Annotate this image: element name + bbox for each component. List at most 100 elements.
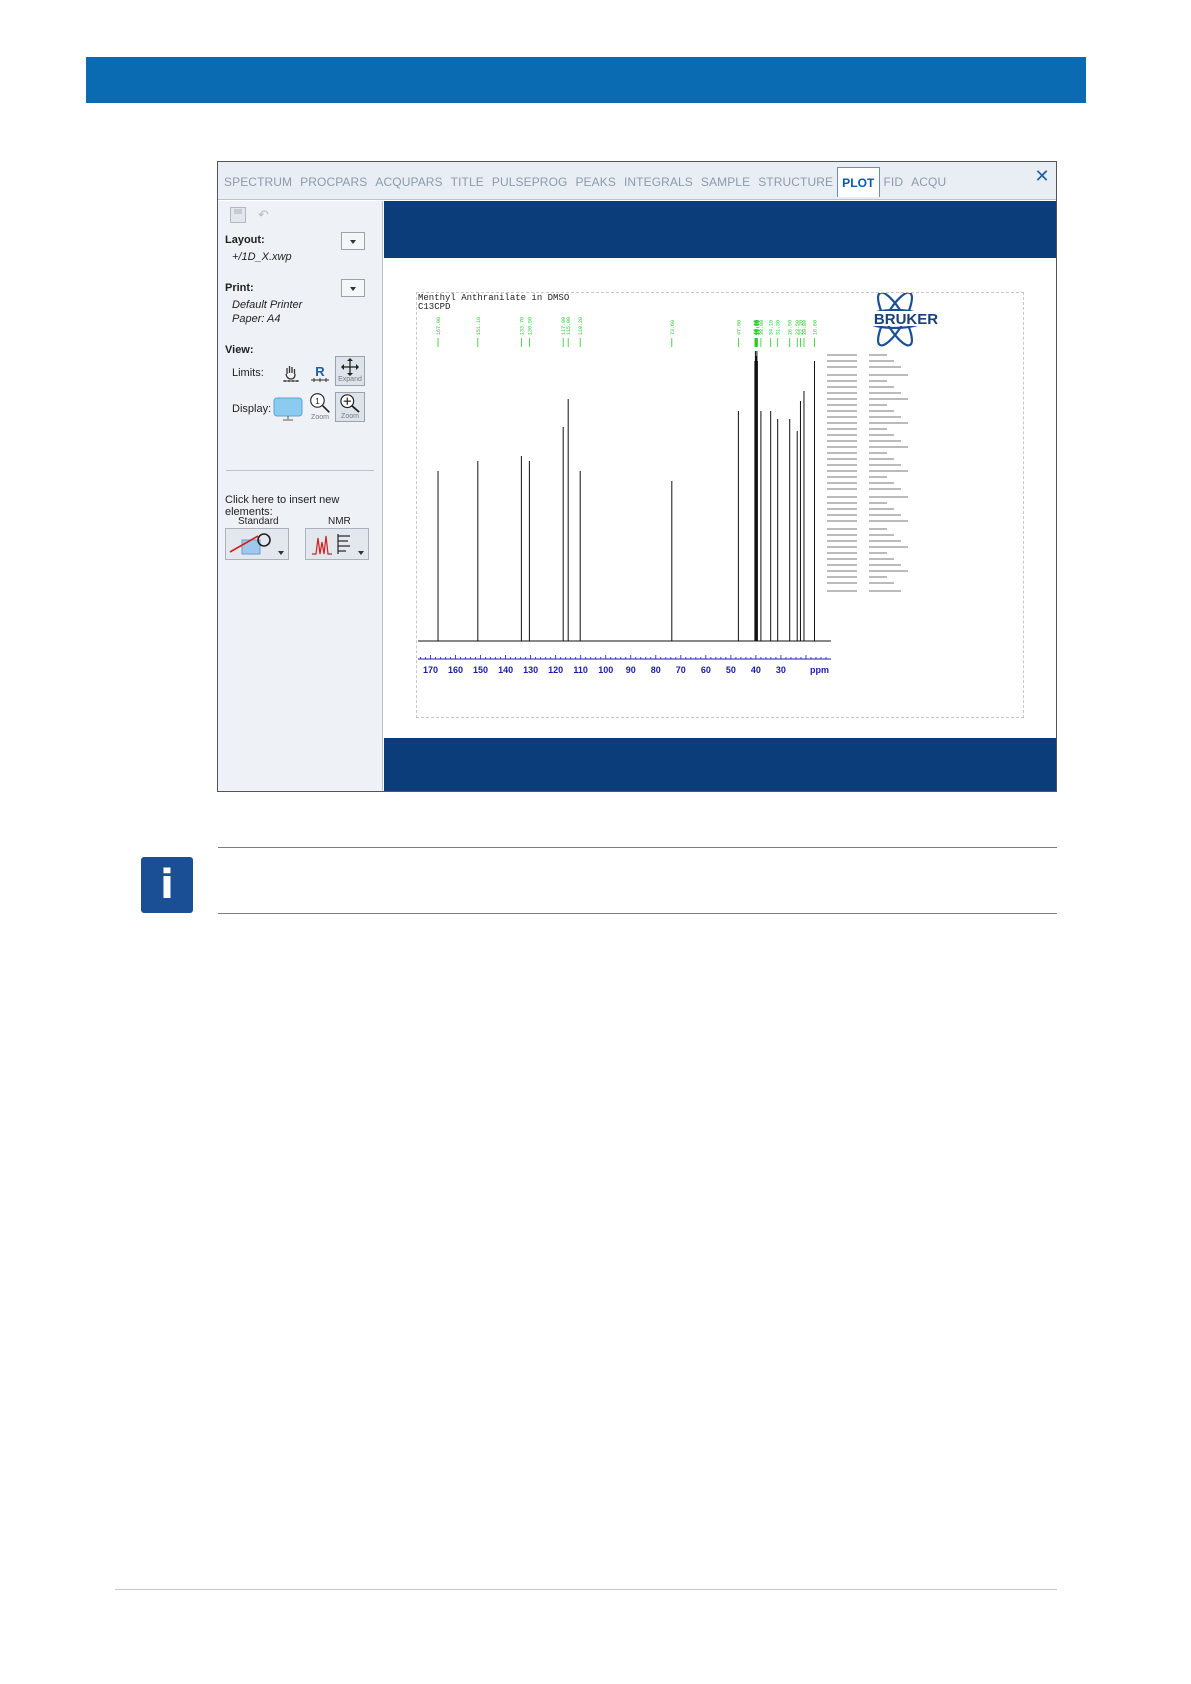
x-tick-label: 90 <box>626 665 636 675</box>
side-panel: ↶ Layout: +/1D_X.xwp Print: Default Prin… <box>218 201 383 791</box>
expand-arrows-icon <box>341 358 359 376</box>
info-icon: i <box>141 857 193 913</box>
peak-label: 151.10 <box>476 317 482 335</box>
peak-label: 16.60 <box>812 320 818 335</box>
close-icon[interactable]: ✕ <box>1032 166 1052 186</box>
paper-value: Paper: A4 <box>232 313 281 325</box>
layout-dropdown-button[interactable] <box>341 232 365 250</box>
x-tick-label: 150 <box>473 665 488 675</box>
chevron-down-icon <box>358 551 364 555</box>
expand-button[interactable]: Expand <box>335 356 365 386</box>
plot-page[interactable]: 167.00 151.10 133.70 130.50 117.00 115.00 110.… <box>416 292 1024 718</box>
layout-label: Layout: <box>225 234 265 246</box>
chevron-down-icon <box>278 551 284 555</box>
printer-value: Default Printer <box>232 299 303 311</box>
x-tick-label: 160 <box>448 665 463 675</box>
x-tick-label: 40 <box>751 665 761 675</box>
zoom-one-button[interactable]: 1 Zoom <box>305 392 335 422</box>
zoom-in-icon <box>340 394 360 413</box>
panel-toolbar: ↶ <box>230 207 269 223</box>
header-band <box>86 57 1086 103</box>
monitor-icon <box>273 397 303 421</box>
display-label: Display: <box>232 403 272 415</box>
tab-procpars[interactable]: PROCPARS <box>296 167 371 197</box>
tab-acqupars[interactable]: ACQUPARS <box>371 167 446 197</box>
x-tick-label: 140 <box>498 665 513 675</box>
tab-structure[interactable]: STRUCTURE <box>754 167 837 197</box>
tab-sample[interactable]: SAMPLE <box>697 167 754 197</box>
peak-label: 130.50 <box>527 317 533 335</box>
peak-label: 34.10 <box>769 320 775 335</box>
nmr-label: NMR <box>328 516 351 527</box>
limits-label: Limits: <box>232 367 264 379</box>
tab-spectrum[interactable]: SPECTRUM <box>220 167 296 197</box>
undo-icon[interactable]: ↶ <box>258 207 269 223</box>
svg-text:1: 1 <box>315 396 320 406</box>
peak-label: 115.00 <box>566 317 572 335</box>
view-label: View: <box>225 344 254 356</box>
canvas-bottom-band <box>384 738 1056 791</box>
standard-insert-button[interactable] <box>225 528 289 560</box>
plot-subtitle: C13CPD <box>418 302 451 312</box>
peak-label: 38.00 <box>759 320 765 335</box>
peak-label: 26.50 <box>788 320 794 335</box>
nmr-spectrum-icon <box>312 534 350 555</box>
plot-canvas: 167.00 151.10 133.70 130.50 117.00 115.00 110.… <box>384 201 1056 791</box>
tab-title[interactable]: TITLE <box>447 167 488 197</box>
nmr-insert-button[interactable] <box>305 528 369 560</box>
insert-elements-label: Click here to insert new elements: <box>225 494 340 518</box>
bruker-logo-text: BRUKER <box>874 311 938 328</box>
r-icon: R <box>315 363 325 379</box>
print-dropdown-button[interactable] <box>341 279 365 297</box>
note-bottom-rule <box>218 913 1057 914</box>
zoom-reset-icon: 1 <box>310 393 330 413</box>
peak-label: 167.00 <box>436 317 442 335</box>
tab-peaks[interactable]: PEAKS <box>571 167 620 197</box>
x-tick-label: 50 <box>726 665 736 675</box>
plot-editor-window: SPECTRUM PROCPARS ACQUPARS TITLE PULSEPROG PE… <box>217 161 1057 792</box>
save-icon[interactable] <box>230 207 246 223</box>
peak-label: 47.00 <box>736 320 742 335</box>
tab-fid[interactable]: FID <box>880 167 908 197</box>
x-tick-label: 100 <box>598 665 613 675</box>
bruker-logo: BRUKER <box>863 293 949 347</box>
x-tick-label: 60 <box>701 665 711 675</box>
panel-divider <box>226 470 374 471</box>
layout-value: +/1D_X.xwp <box>232 251 292 263</box>
canvas-top-band <box>384 201 1056 258</box>
expand-label: Expand <box>338 376 362 383</box>
note-top-rule <box>218 847 1057 848</box>
peak-label: 31.30 <box>776 320 782 335</box>
peak-label: 110.20 <box>578 317 584 335</box>
footer-rule <box>115 1589 1057 1590</box>
peak-label: 73.60 <box>670 320 676 335</box>
x-axis-unit: ppm <box>810 665 829 675</box>
x-tick-label: 170 <box>423 665 438 675</box>
standard-shapes-icon <box>229 533 271 555</box>
tab-integrals[interactable]: INTEGRALS <box>620 167 697 197</box>
display-monitor-button[interactable] <box>273 394 303 424</box>
peak-label: 133.70 <box>519 317 525 335</box>
x-tick-label: 120 <box>548 665 563 675</box>
zoom-label: Zoom <box>311 414 329 421</box>
peak-label: 20.80 <box>802 320 808 335</box>
ruler-icon <box>311 377 329 382</box>
x-tick-label: 70 <box>676 665 686 675</box>
tab-bar: SPECTRUM PROCPARS ACQUPARS TITLE PULSEPROG PE… <box>218 162 1056 200</box>
tab-acqu[interactable]: ACQU <box>907 167 950 197</box>
x-tick-label: 110 <box>573 665 588 675</box>
limits-r-button[interactable]: R <box>305 358 335 388</box>
hand-icon <box>283 366 299 382</box>
standard-label: Standard <box>238 516 279 527</box>
tab-pulseprog[interactable]: PULSEPROG <box>488 167 572 197</box>
x-tick-label: 130 <box>523 665 538 675</box>
zoom-in-button[interactable]: Zoom <box>335 392 365 422</box>
spectrum-plot: 167.00 151.10 133.70 130.50 117.00 115.00 110.… <box>418 293 949 675</box>
print-label: Print: <box>225 282 254 294</box>
tab-list: SPECTRUM PROCPARS ACQUPARS TITLE PULSEPROG PE… <box>220 167 950 197</box>
zoom-in-label: Zoom <box>341 413 359 420</box>
tab-plot[interactable]: PLOT <box>837 167 880 197</box>
x-tick-label: 30 <box>776 665 786 675</box>
limits-hand-button[interactable] <box>276 358 306 388</box>
x-tick-label: 80 <box>651 665 661 675</box>
